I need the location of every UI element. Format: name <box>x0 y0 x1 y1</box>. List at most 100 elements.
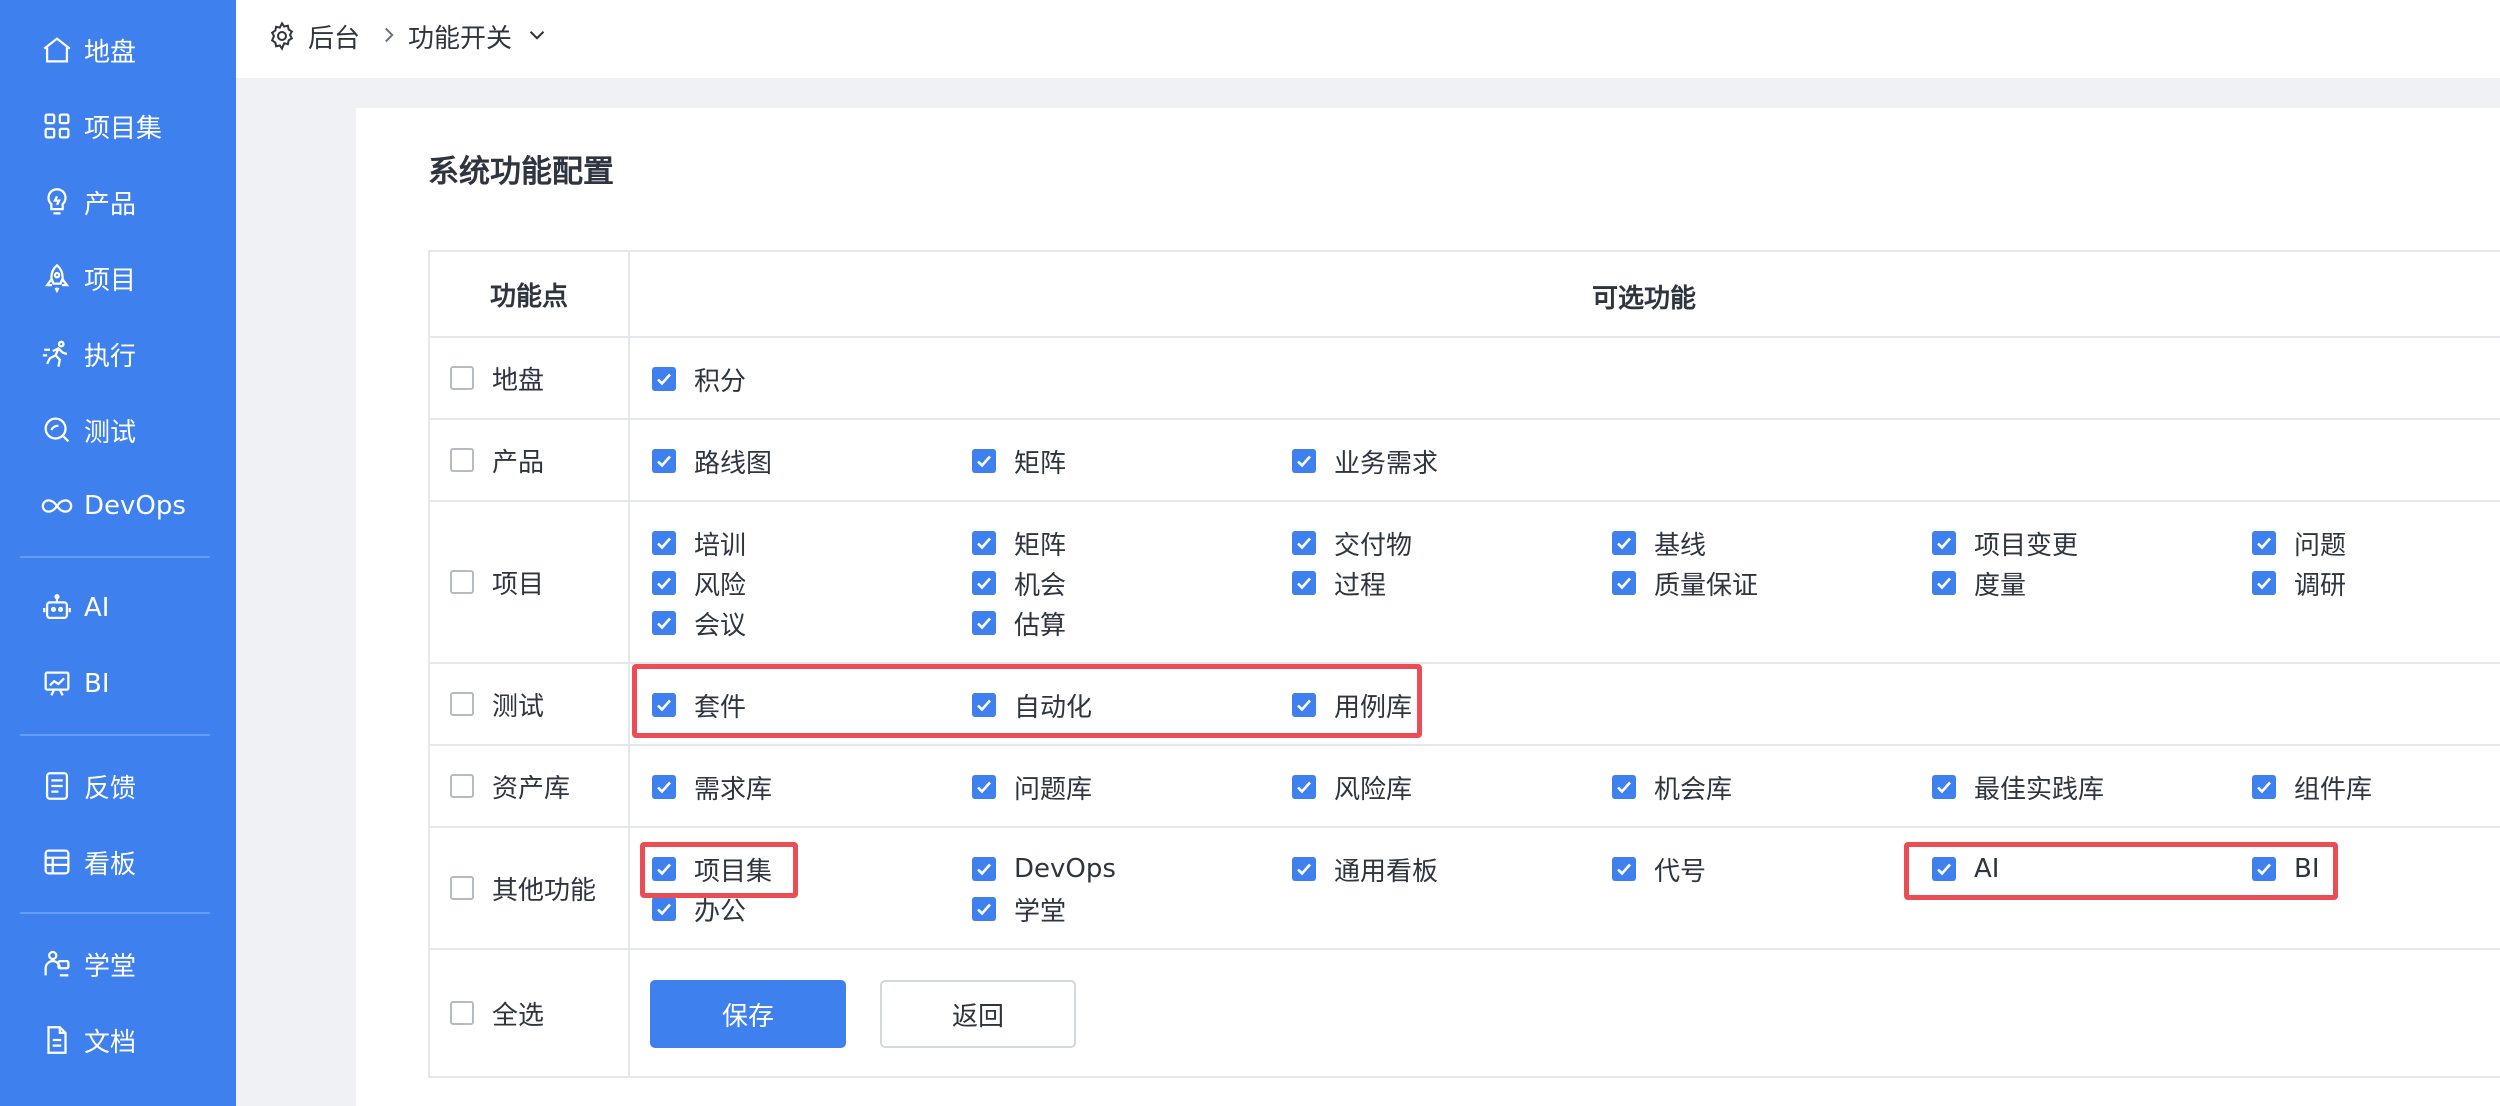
feature-option[interactable]: 学堂 <box>972 891 1066 927</box>
sidebar-item-label: 文档 <box>84 1027 137 1058</box>
checked-checkbox[interactable] <box>972 571 996 595</box>
feature-option[interactable]: 用例库 <box>1292 687 1412 723</box>
row-feature-label: 产品 <box>492 447 545 478</box>
feature-option[interactable]: 项目变更 <box>1932 525 2078 561</box>
feature-option[interactable]: 办公 <box>652 891 746 927</box>
feature-option[interactable]: 估算 <box>972 605 1066 641</box>
checked-checkbox[interactable] <box>972 897 996 921</box>
checked-checkbox[interactable] <box>1292 531 1316 555</box>
feature-option[interactable]: 风险库 <box>1292 769 1412 805</box>
checked-checkbox[interactable] <box>1292 693 1316 717</box>
checked-checkbox[interactable] <box>652 857 676 881</box>
checked-checkbox[interactable] <box>1932 775 1956 799</box>
feature-option[interactable]: 项目集 <box>652 851 772 887</box>
feature-option[interactable]: 矩阵 <box>972 525 1066 561</box>
feature-option[interactable]: 代号 <box>1612 851 1706 887</box>
feature-option[interactable]: 质量保证 <box>1612 565 1758 601</box>
row-select-checkbox[interactable] <box>450 876 474 900</box>
sidebar-item-devops[interactable]: DevOps <box>40 486 186 526</box>
checked-checkbox[interactable] <box>972 775 996 799</box>
feature-option[interactable]: AI <box>1932 851 1999 887</box>
checked-checkbox[interactable] <box>652 611 676 635</box>
sidebar-item-program[interactable]: 项目集 <box>40 106 162 146</box>
checked-checkbox[interactable] <box>972 449 996 473</box>
checked-checkbox[interactable] <box>2252 571 2276 595</box>
sidebar-item-ai[interactable]: AI <box>40 588 109 628</box>
checked-checkbox[interactable] <box>1932 857 1956 881</box>
sidebar-item-execution[interactable]: 执行 <box>40 334 136 374</box>
checked-checkbox[interactable] <box>1292 775 1316 799</box>
feature-option[interactable]: 会议 <box>652 605 746 641</box>
checked-checkbox[interactable] <box>1932 571 1956 595</box>
feature-option[interactable]: 自动化 <box>972 687 1092 723</box>
checked-checkbox[interactable] <box>1292 449 1316 473</box>
feature-option[interactable]: 需求库 <box>652 769 772 805</box>
checked-checkbox[interactable] <box>1612 857 1636 881</box>
row-select-checkbox[interactable] <box>450 448 474 472</box>
sidebar-item-bi[interactable]: BI <box>40 664 110 704</box>
sidebar-item-school[interactable]: 学堂 <box>40 944 136 984</box>
sidebar-item-project[interactable]: 项目 <box>40 258 136 298</box>
checked-checkbox[interactable] <box>972 611 996 635</box>
checked-checkbox[interactable] <box>652 531 676 555</box>
checked-checkbox[interactable] <box>972 693 996 717</box>
feature-option[interactable]: 通用看板 <box>1292 851 1438 887</box>
row-select-checkbox[interactable] <box>450 692 474 716</box>
feature-option[interactable]: 培训 <box>652 525 746 561</box>
feature-option[interactable]: 度量 <box>1932 565 2026 601</box>
feature-option[interactable]: 交付物 <box>1292 525 1412 561</box>
row-select-checkbox[interactable] <box>450 366 474 390</box>
feature-option-label: 最佳实践库 <box>1974 774 2105 805</box>
sidebar-item-kanban[interactable]: 看板 <box>40 842 136 882</box>
checked-checkbox[interactable] <box>972 857 996 881</box>
sidebar-item-docs[interactable]: 文档 <box>40 1020 136 1060</box>
checked-checkbox[interactable] <box>1292 571 1316 595</box>
checked-checkbox[interactable] <box>2252 775 2276 799</box>
feature-option[interactable]: 路线图 <box>652 443 772 479</box>
feature-option[interactable]: 最佳实践库 <box>1932 769 2104 805</box>
feature-option[interactable]: 风险 <box>652 565 746 601</box>
sidebar-item-product[interactable]: 产品 <box>40 182 136 222</box>
breadcrumb-root[interactable]: 后台 <box>308 18 360 55</box>
select-all-checkbox[interactable] <box>450 1001 474 1025</box>
checked-checkbox[interactable] <box>2252 857 2276 881</box>
checked-checkbox[interactable] <box>652 897 676 921</box>
feature-option-label: 会议 <box>694 610 747 641</box>
row-select-checkbox[interactable] <box>450 570 474 594</box>
feature-option[interactable]: 业务需求 <box>1292 443 1438 479</box>
sidebar-item-dashboard[interactable]: 地盘 <box>40 30 136 70</box>
breadcrumb-current[interactable]: 功能开关 <box>408 18 512 55</box>
feature-option[interactable]: 机会库 <box>1612 769 1732 805</box>
checked-checkbox[interactable] <box>652 693 676 717</box>
back-button[interactable]: 返回 <box>880 980 1076 1048</box>
feature-option[interactable]: 组件库 <box>2252 769 2372 805</box>
feature-option[interactable]: BI <box>2252 851 2320 887</box>
feature-option[interactable]: 问题库 <box>972 769 1092 805</box>
checked-checkbox[interactable] <box>1292 857 1316 881</box>
feature-option[interactable]: 机会 <box>972 565 1066 601</box>
row-select-checkbox[interactable] <box>450 774 474 798</box>
sidebar-item-test[interactable]: 测试 <box>40 410 136 450</box>
checked-checkbox[interactable] <box>652 367 676 391</box>
feature-option[interactable]: 矩阵 <box>972 443 1066 479</box>
feature-option[interactable]: 套件 <box>652 687 746 723</box>
feature-option[interactable]: 积分 <box>652 361 746 397</box>
checked-checkbox[interactable] <box>1612 531 1636 555</box>
feature-option[interactable]: 基线 <box>1612 525 1706 561</box>
checked-checkbox[interactable] <box>1932 531 1956 555</box>
sidebar-item-feedback[interactable]: 反馈 <box>40 766 136 806</box>
feature-option[interactable]: 过程 <box>1292 565 1386 601</box>
checked-checkbox[interactable] <box>2252 531 2276 555</box>
checked-checkbox[interactable] <box>972 531 996 555</box>
feature-option[interactable]: DevOps <box>972 851 1116 887</box>
feature-option[interactable]: 问题 <box>2252 525 2346 561</box>
save-button[interactable]: 保存 <box>650 980 846 1048</box>
checked-checkbox[interactable] <box>1612 775 1636 799</box>
checked-checkbox[interactable] <box>652 775 676 799</box>
feature-option-label: BI <box>2294 854 2320 884</box>
checked-checkbox[interactable] <box>652 449 676 473</box>
checked-checkbox[interactable] <box>1612 571 1636 595</box>
feature-option[interactable]: 调研 <box>2252 565 2346 601</box>
chevron-down-icon[interactable] <box>524 22 550 48</box>
checked-checkbox[interactable] <box>652 571 676 595</box>
